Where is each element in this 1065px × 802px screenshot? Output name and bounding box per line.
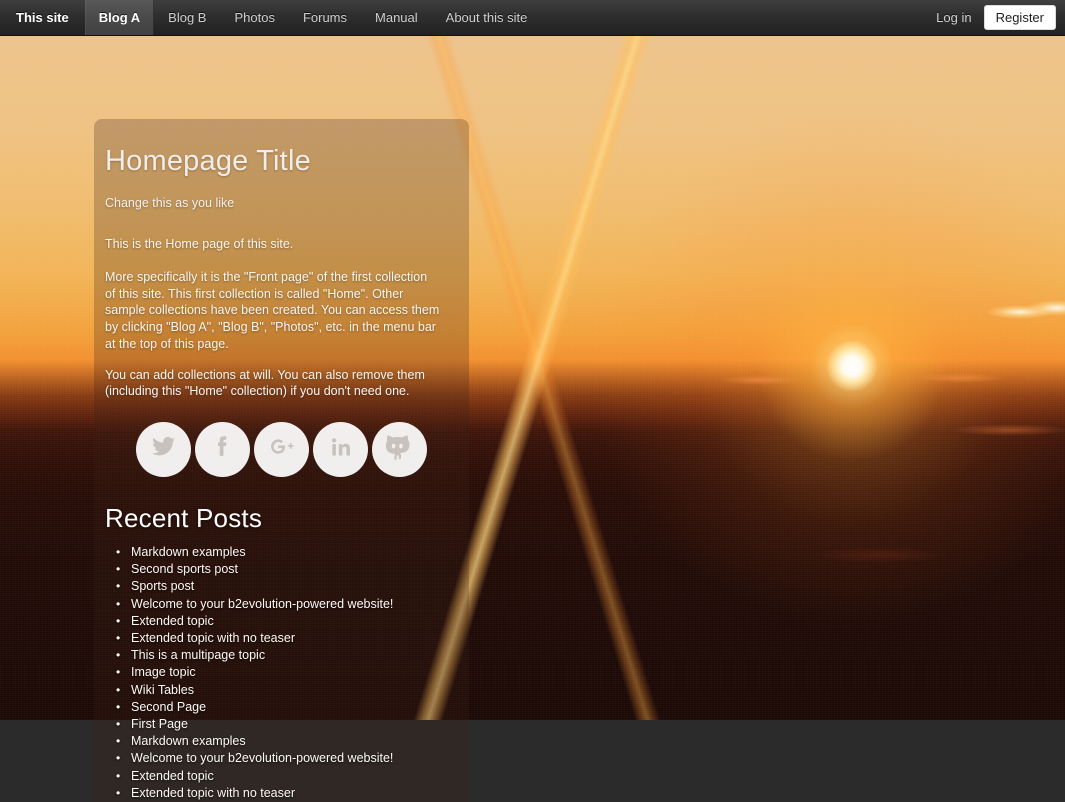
intro-paragraph-2: More specifically it is the "Front page"… [105,270,440,351]
list-item[interactable]: Welcome to your b2evolution-powered webs… [105,596,441,613]
navbar-right-group: Log in Register [924,0,1065,35]
list-item[interactable]: Extended topic [105,613,441,630]
navbar-left-group: This site Blog A Blog B Photos Forums Ma… [0,0,541,35]
social-link-twitter[interactable] [136,421,191,477]
list-item[interactable]: Extended topic with no teaser [105,630,441,647]
navbar-item-photos[interactable]: Photos [220,0,288,35]
intro-paragraph-1: This is the Home page of this site. [105,237,294,252]
navbar-brand-this-site[interactable]: This site [0,0,85,35]
twitter-icon [151,434,176,464]
panel-inner: Homepage Title Change this as you like T… [105,145,441,802]
list-item[interactable]: This is a multipage topic [105,647,441,664]
social-link-facebook[interactable] [195,421,250,477]
navbar-item-blog-a[interactable]: Blog A [84,0,155,35]
google-plus-icon [268,433,295,465]
list-item[interactable]: Second sports post [105,561,441,578]
facebook-icon [210,434,235,464]
list-item[interactable]: Extended topic with no teaser [105,785,441,802]
navbar-item-about-this-site[interactable]: About this site [432,0,542,35]
social-links-row [136,421,441,477]
social-link-github[interactable] [372,421,427,477]
list-item[interactable]: Extended topic [105,768,441,785]
list-item[interactable]: Wiki Tables [105,682,441,699]
page-subtitle: Change this as you like [105,196,235,211]
navbar-item-forums[interactable]: Forums [289,0,361,35]
recent-posts-list: Markdown examples Second sports post Spo… [105,544,441,802]
list-item[interactable]: Sports post [105,578,441,595]
social-link-google-plus[interactable] [254,421,309,477]
list-item[interactable]: Image topic [105,664,441,681]
register-button[interactable]: Register [983,5,1056,30]
list-item[interactable]: Second Page [105,699,441,716]
navbar-item-blog-b[interactable]: Blog B [154,0,220,35]
list-item[interactable]: Markdown examples [105,733,441,750]
intro-paragraph-3: You can add collections at will. You can… [105,367,425,399]
page-title: Homepage Title [105,145,311,177]
navbar-item-manual[interactable]: Manual [361,0,432,35]
recent-posts-title: Recent Posts [105,502,263,533]
github-icon [386,433,413,465]
list-item[interactable]: Markdown examples [105,544,441,561]
top-navigation-bar: This site Blog A Blog B Photos Forums Ma… [0,0,1065,36]
list-item[interactable]: Welcome to your b2evolution-powered webs… [105,750,441,767]
log-in-link[interactable]: Log in [924,10,983,25]
list-item[interactable]: First Page [105,716,441,733]
homepage-content-panel: Homepage Title Change this as you like T… [94,119,469,802]
linkedin-icon [329,435,353,464]
social-link-linkedin[interactable] [313,421,368,477]
